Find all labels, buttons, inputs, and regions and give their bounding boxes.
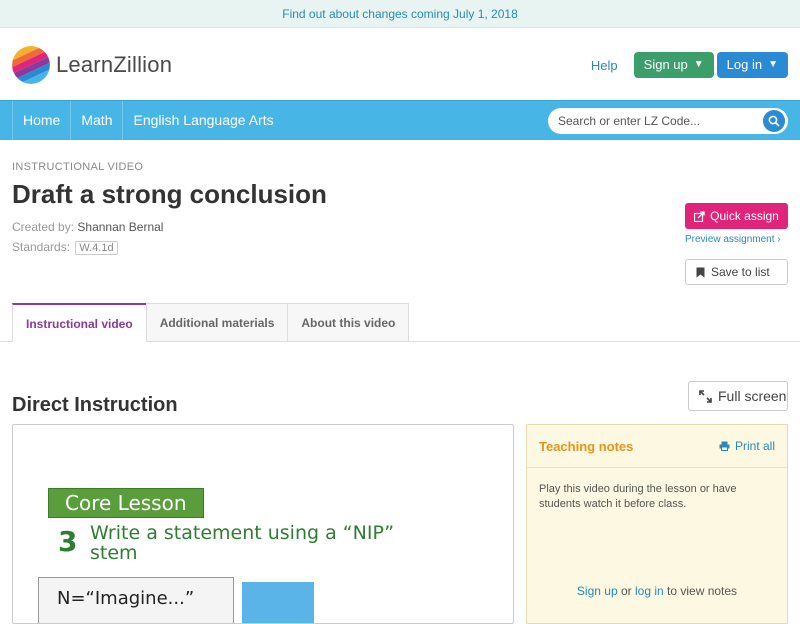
main-content: INSTRUCTIONAL VIDEO Draft a strong concl… — [0, 161, 800, 417]
step-number: 3 — [58, 525, 78, 558]
nip-card: N=“Imagine...” — [38, 577, 234, 623]
nav-item-ela[interactable]: English Language Arts — [122, 101, 283, 140]
step-text: Write a statement using a “NIP” stem — [90, 523, 394, 563]
standards-label: Standards: — [12, 240, 71, 254]
expand-icon — [699, 389, 712, 403]
search-button[interactable] — [763, 110, 785, 132]
notes-login-link[interactable]: log in — [635, 584, 664, 598]
top-actions: Help Sign up ▼ Log in ▼ — [591, 52, 788, 78]
notes-header: Teaching notes Print all — [527, 425, 787, 468]
notes-signup-link[interactable]: Sign up — [577, 584, 618, 598]
signup-button[interactable]: Sign up ▼ — [633, 52, 714, 78]
created-by-row: Created by: Shannan Bernal — [12, 220, 788, 234]
save-to-list-button[interactable]: Save to list — [685, 259, 788, 285]
login-label: Log in — [726, 57, 763, 72]
signup-label: Sign up — [643, 57, 688, 72]
author-name[interactable]: Shannan Bernal — [77, 220, 163, 234]
search-icon — [768, 115, 780, 127]
notes-body: Play this video during the lesson or hav… — [539, 483, 737, 510]
login-button[interactable]: Log in ▼ — [716, 52, 788, 78]
page-title: Draft a strong conclusion — [12, 179, 327, 209]
notes-login-prompt: Sign up or log in to view notes — [527, 584, 787, 598]
tab-instructional-video[interactable]: Instructional video — [12, 303, 147, 342]
search-box — [548, 108, 788, 134]
bookmark-icon — [696, 267, 705, 277]
chevron-down-icon: ▼ — [768, 59, 778, 70]
banner-text[interactable]: Find out about changes coming July 1, 20… — [282, 7, 518, 21]
top-header: LearnZillion Help Sign up ▼ Log in ▼ — [0, 28, 800, 100]
video-player[interactable]: Core Lesson 3 Write a statement using a … — [12, 424, 514, 624]
print-icon — [719, 441, 730, 451]
logo-icon — [12, 46, 50, 84]
step-text-line-1: Write a statement using a “NIP” — [90, 522, 395, 544]
notes-title: Teaching notes — [539, 438, 634, 454]
standards-row: Standards: W.4.1d — [12, 240, 788, 255]
announcement-banner[interactable]: Find out about changes coming July 1, 20… — [0, 0, 800, 28]
play-card — [242, 582, 314, 623]
nav-item-home[interactable]: Home — [12, 101, 70, 140]
logo-text: LearnZillion — [56, 52, 173, 77]
share-icon — [694, 210, 705, 222]
fullscreen-button[interactable]: Full screen — [688, 381, 788, 411]
standard-badge[interactable]: W.4.1d — [75, 241, 118, 255]
fullscreen-label: Full screen — [718, 388, 787, 404]
search-input[interactable] — [548, 114, 758, 128]
section-title: Direct Instruction — [12, 394, 178, 416]
logo[interactable]: LearnZillion — [12, 46, 172, 84]
step-text-line-2: stem — [90, 542, 138, 564]
notes-or-text: or — [620, 584, 632, 598]
tab-additional-materials[interactable]: Additional materials — [145, 303, 289, 341]
tab-about-video[interactable]: About this video — [287, 303, 410, 341]
preview-assignment-link[interactable]: Preview assignment › — [685, 234, 788, 245]
created-by-label: Created by: — [12, 220, 75, 234]
teaching-notes-panel: Teaching notes Print all Play this video… — [526, 424, 788, 624]
chevron-down-icon: ▼ — [693, 59, 704, 70]
notes-tail-text: to view notes — [667, 584, 738, 598]
content-tabs: Instructional video Additional materials… — [0, 303, 800, 342]
help-link[interactable]: Help — [591, 58, 618, 73]
assignment-actions: Quick assign Preview assignment › Save t… — [685, 203, 788, 285]
print-all-link[interactable]: Print all — [719, 439, 775, 453]
core-lesson-label: Core Lesson — [48, 488, 204, 518]
print-all-label: Print all — [734, 439, 775, 453]
quick-assign-button[interactable]: Quick assign — [685, 203, 788, 229]
nav-item-math[interactable]: Math — [70, 101, 122, 140]
quick-assign-label: Quick assign — [710, 209, 779, 223]
save-label: Save to list — [711, 265, 770, 279]
main-nav: Home Math English Language Arts — [0, 100, 800, 140]
content-type-label: INSTRUCTIONAL VIDEO — [12, 161, 144, 173]
